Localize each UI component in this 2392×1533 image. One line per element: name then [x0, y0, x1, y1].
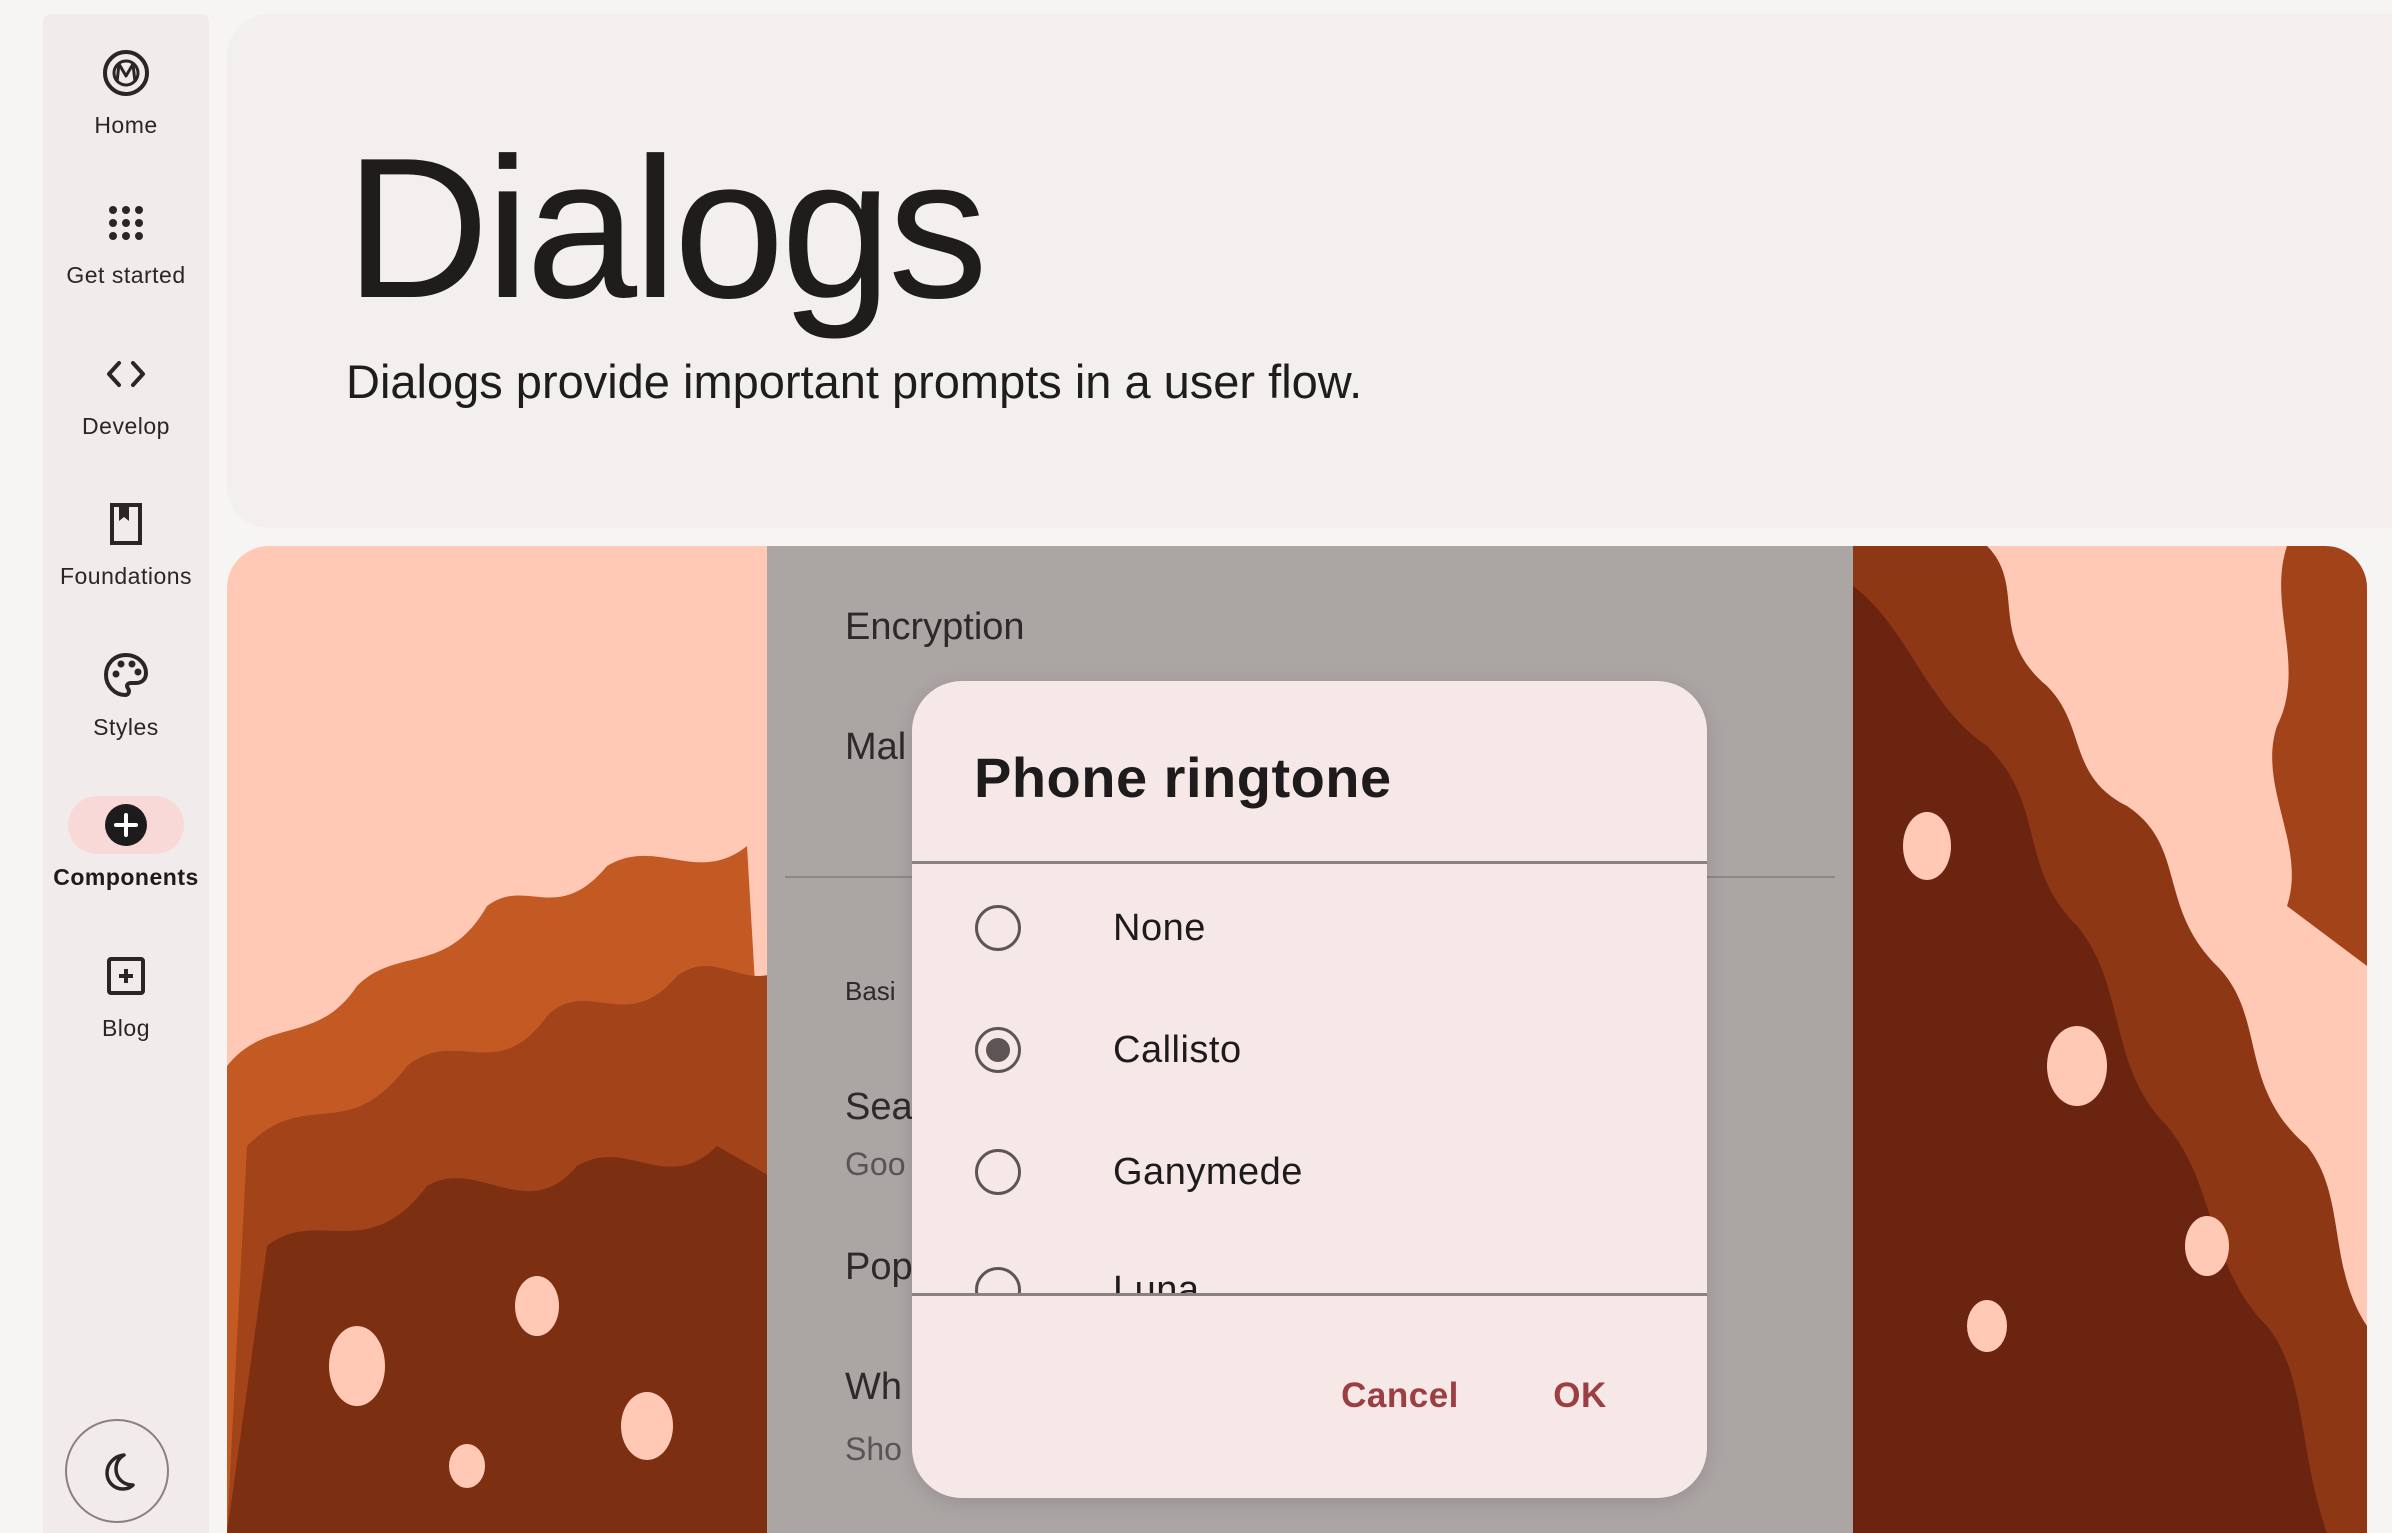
settings-row-truncated: Pop — [845, 1246, 913, 1288]
add-circle-icon — [68, 796, 184, 854]
ok-button[interactable]: OK — [1525, 1361, 1635, 1431]
navigation-rail: Home Get started Develop Foundations Sty… — [43, 14, 209, 1533]
dark-mode-moon-icon — [105, 1453, 135, 1491]
nav-label-home: Home — [94, 112, 158, 138]
radio-button-checked[interactable] — [975, 1027, 1021, 1073]
code-brackets-icon — [68, 345, 184, 403]
option-label: Callisto — [1113, 1028, 1242, 1071]
nav-label-get-started: Get started — [66, 262, 186, 288]
radio-dot — [986, 1038, 1010, 1062]
material-logo-icon — [68, 44, 184, 102]
theme-toggle-button[interactable] — [65, 1419, 169, 1523]
radio-button-unchecked[interactable] — [975, 1149, 1021, 1195]
nav-item-develop[interactable]: Develop — [43, 345, 209, 465]
ringtone-option-list[interactable]: None Callisto Ganymede Luna — [912, 863, 1707, 1293]
dialog-bottom-divider — [912, 1293, 1707, 1296]
nav-item-blog[interactable]: Blog — [43, 947, 209, 1067]
settings-section-label: Basi — [845, 976, 896, 1006]
option-label: None — [1113, 906, 1206, 949]
nav-label-blog: Blog — [101, 1015, 151, 1041]
settings-row-encryption: Encryption — [845, 606, 1025, 648]
settings-row-subtext: Sho — [845, 1431, 902, 1467]
apps-grid-icon — [68, 194, 184, 252]
nav-label-foundations: Foundations — [59, 563, 193, 589]
page-title: Dialogs — [345, 117, 988, 340]
nav-item-styles[interactable]: Styles — [43, 646, 209, 766]
option-label: Ganymede — [1113, 1150, 1303, 1193]
nav-label-develop: Develop — [82, 413, 170, 439]
option-label: Luna — [1113, 1268, 1200, 1294]
settings-row-truncated: Sea — [845, 1086, 913, 1128]
nav-item-foundations[interactable]: Foundations — [43, 495, 209, 615]
ringtone-option-callisto[interactable]: Callisto — [912, 995, 1707, 1105]
settings-row-truncated: Wh — [845, 1366, 902, 1408]
nav-label-styles: Styles — [93, 714, 159, 740]
page-header: Dialogs Dialogs provide important prompt… — [227, 14, 2392, 528]
page-subtitle: Dialogs provide important prompts in a u… — [346, 355, 1363, 408]
cancel-button[interactable]: Cancel — [1315, 1361, 1485, 1431]
palette-icon — [68, 646, 184, 704]
ringtone-option-luna[interactable]: Luna — [912, 1235, 1707, 1293]
dialog-title: Phone ringtone — [974, 746, 1392, 809]
phone-ringtone-dialog: Phone ringtone None Callisto Ganymede Lu… — [912, 681, 1707, 1498]
nav-item-get-started[interactable]: Get started — [43, 194, 209, 314]
ringtone-option-none[interactable]: None — [912, 873, 1707, 983]
radio-button-unchecked[interactable] — [975, 905, 1021, 951]
radio-button-unchecked[interactable] — [975, 1267, 1021, 1293]
bookmark-icon — [68, 495, 184, 553]
nav-item-components[interactable]: Components — [43, 796, 209, 916]
settings-row-subtext: Goo — [845, 1146, 906, 1182]
settings-row-truncated: Mal — [845, 726, 907, 768]
nav-label-components: Components — [53, 864, 199, 890]
nav-item-home[interactable]: Home — [43, 44, 209, 164]
ringtone-option-ganymede[interactable]: Ganymede — [912, 1117, 1707, 1227]
add-box-icon — [68, 947, 184, 1005]
